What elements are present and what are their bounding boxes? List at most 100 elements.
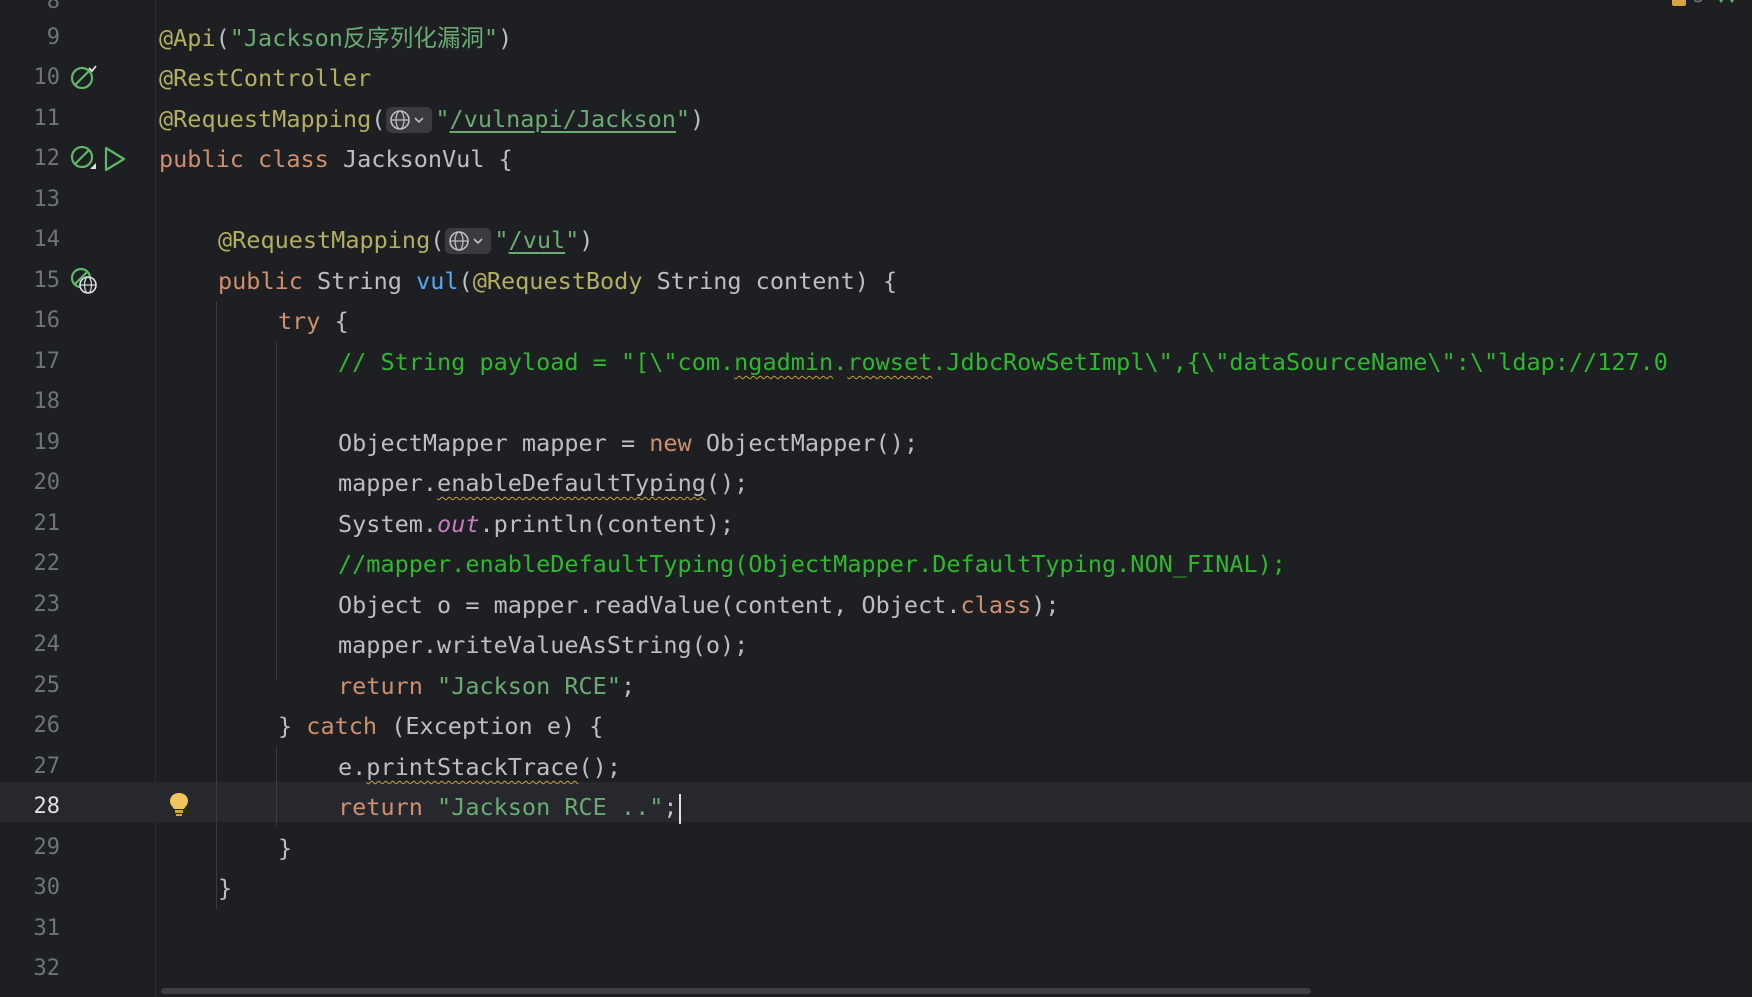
keyword: try — [278, 307, 321, 335]
line-number: 14 — [33, 227, 61, 252]
string-literal: "Jackson RCE .." — [437, 793, 664, 821]
lightbulb-icon[interactable] — [168, 791, 190, 817]
code-text: ObjectMapper mapper = — [338, 429, 650, 457]
code-text: } — [278, 834, 293, 862]
code-text: } — [218, 874, 233, 902]
keyword: return — [338, 672, 423, 700]
line-number: 25 — [33, 673, 61, 698]
line-number: 26 — [33, 713, 61, 738]
code-text: mapper. — [338, 469, 438, 497]
code-line-10[interactable]: @RestController — [159, 58, 371, 98]
method-call: printStackTrace — [366, 753, 579, 781]
current-line-highlight — [0, 782, 1752, 822]
globe-icon[interactable] — [445, 227, 492, 254]
paren: ) — [498, 24, 513, 52]
spring-bean-icon[interactable] — [70, 145, 98, 173]
double-check-icon[interactable]: ✓✓ — [1718, 0, 1740, 9]
comment-text: //mapper.enableDefaultTyping(ObjectMappe… — [338, 550, 1286, 578]
code-line-17[interactable]: // String payload = "[\"com.ngadmin.rows… — [338, 342, 1668, 382]
line-number: 30 — [33, 875, 61, 900]
code-line-26[interactable]: } catch (Exception e) { — [278, 706, 603, 746]
string-literal: "Jackson RCE" — [437, 672, 621, 700]
code-text: mapper.writeValueAsString(o); — [338, 631, 749, 659]
code-line-20[interactable]: mapper.enableDefaultTyping(); — [338, 463, 748, 503]
code-line-22[interactable]: //mapper.enableDefaultTyping(ObjectMappe… — [338, 544, 1286, 584]
keyword: public — [159, 145, 244, 173]
url-path[interactable]: /vulnapi/Jackson — [450, 105, 676, 133]
code-line-23[interactable]: Object o = mapper.readValue(content, Obj… — [338, 585, 1060, 625]
text-caret — [678, 793, 681, 824]
code-line-25[interactable]: return "Jackson RCE"; — [338, 666, 635, 706]
spring-web-endpoint-icon[interactable] — [70, 267, 98, 295]
code-text: System. — [338, 510, 438, 538]
paren: ( — [371, 105, 386, 133]
code-line-15[interactable]: public String vul(@RequestBody String co… — [218, 261, 897, 301]
code-line-30[interactable]: } — [218, 868, 232, 908]
keyword: class — [258, 145, 329, 173]
deprecated-method: enableDefaultTyping — [437, 469, 706, 497]
paren: ) — [690, 105, 705, 133]
keyword: new — [649, 429, 692, 457]
code-line-29[interactable]: } — [278, 828, 292, 868]
warning-count[interactable]: 3 — [1693, 0, 1704, 7]
line-number: 10 — [33, 65, 61, 90]
line-number: 23 — [33, 592, 61, 617]
annotation: @RestController — [159, 64, 372, 92]
run-icon[interactable] — [103, 146, 127, 172]
line-number: 9 — [46, 25, 60, 50]
line-number: 24 — [33, 632, 61, 657]
code-line-27[interactable]: e.printStackTrace(); — [338, 747, 621, 787]
code-line-21[interactable]: System.out.println(content); — [338, 504, 734, 544]
spring-bean-icon[interactable] — [70, 64, 98, 92]
code-text: (); — [578, 753, 621, 781]
line-number-current: 28 — [33, 794, 61, 819]
paren: ) — [579, 226, 594, 254]
globe-icon[interactable] — [386, 106, 433, 133]
code-text: (Exception e) { — [391, 712, 604, 740]
code-text: .println(content); — [479, 510, 735, 538]
warning-icon[interactable] — [1672, 0, 1686, 6]
code-line-24[interactable]: mapper.writeValueAsString(o); — [338, 625, 748, 665]
line-number: 15 — [33, 268, 61, 293]
string-quote: " — [675, 105, 691, 133]
string-literal: "Jackson反序列化漏洞" — [229, 24, 499, 52]
code-line-19[interactable]: ObjectMapper mapper = new ObjectMapper()… — [338, 423, 918, 463]
code-text: { — [334, 307, 349, 335]
code-line-11[interactable]: @RequestMapping("/vulnapi/Jackson") — [159, 99, 704, 139]
type-name: String — [317, 267, 402, 295]
code-editor[interactable]: 8 9 10 11 12 13 14 15 16 17 18 19 20 21 … — [0, 0, 1752, 997]
horizontal-scrollbar[interactable] — [161, 988, 1311, 994]
paren: ( — [215, 24, 230, 52]
code-text: e. — [338, 753, 367, 781]
code-text: String content) { — [656, 267, 898, 295]
paren: ( — [430, 226, 445, 254]
paren: ( — [458, 267, 473, 295]
code-text: Object o = mapper.readValue(content, Obj… — [338, 591, 961, 619]
code-line-28[interactable]: return "Jackson RCE .."; — [338, 787, 681, 827]
keyword: class — [960, 591, 1032, 619]
line-number: 16 — [33, 308, 61, 333]
indent-guide — [276, 342, 277, 680]
keyword: public — [218, 267, 303, 295]
code-text: (); — [705, 469, 749, 497]
static-field: out — [437, 510, 480, 538]
code-line-14[interactable]: @RequestMapping("/vul") — [218, 220, 593, 260]
line-number: 13 — [33, 187, 61, 212]
code-line-9[interactable]: @Api("Jackson反序列化漏洞") — [159, 18, 512, 58]
comment-text: rowset — [847, 348, 933, 376]
line-number: 18 — [33, 389, 61, 414]
line-number: 12 — [33, 146, 61, 171]
line-number: 29 — [33, 835, 61, 860]
url-path[interactable]: /vul — [509, 226, 566, 254]
line-number: 27 — [33, 754, 61, 779]
keyword: catch — [306, 712, 378, 740]
code-line-12[interactable]: public class JacksonVul { — [159, 139, 513, 179]
code-text: ); — [1031, 591, 1060, 619]
string-quote: " — [565, 226, 580, 254]
annotation: @RequestMapping — [159, 105, 372, 133]
annotation: @RequestBody — [472, 267, 643, 295]
comment-text: ngadmin — [734, 348, 834, 376]
line-number: 20 — [33, 470, 61, 495]
line-number: 32 — [33, 956, 61, 981]
code-line-16[interactable]: try { — [278, 301, 349, 341]
